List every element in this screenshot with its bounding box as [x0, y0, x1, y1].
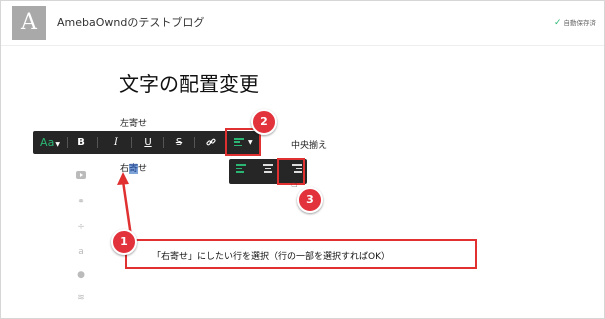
- hand-cursor-icon: ☝: [291, 177, 298, 190]
- callout-text: 「右寄せ」にしたい行を選択（行の一部を選択すればOK）: [152, 252, 390, 262]
- instruction-callout: 「右寄せ」にしたい行を選択（行の一部を選択すればOK）: [125, 239, 477, 269]
- step-badge-1: 1: [111, 229, 137, 255]
- step-badge-3: 3: [297, 187, 323, 213]
- step-badge-2: 2: [251, 109, 277, 135]
- editor-window: A AmebaOwndのテストブログ ✓ 自動保存済 文字の配置変更 左寄せ 中央…: [0, 0, 605, 319]
